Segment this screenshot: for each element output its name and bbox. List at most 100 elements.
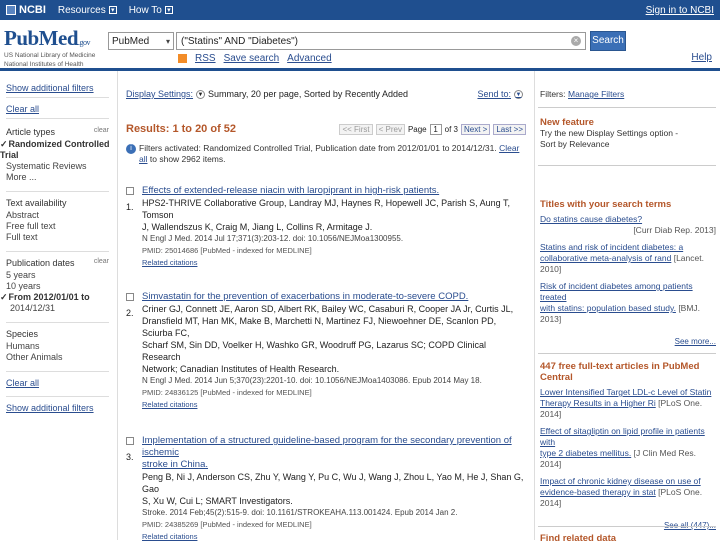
free-article-link[interactable]: Lower Intensified Target LDL-c Level of …: [540, 387, 716, 398]
signin-link[interactable]: Sign in to NCBI: [646, 0, 720, 20]
panel-header: New feature: [540, 117, 594, 128]
chevron-down-icon[interactable]: ▼: [196, 89, 206, 99]
rss-link[interactable]: RSS: [195, 53, 216, 64]
search-input[interactable]: ("Statins" AND "Diabetes") ×: [176, 32, 586, 50]
new-feature-text: Sort by Relevance: [540, 139, 610, 149]
filter-header: Species: [6, 329, 39, 339]
filter-publication-dates: Publication dates clear 5 years 10 years …: [6, 258, 117, 314]
free-full-text-panel: 447 free full-text articles in PubMed Ce…: [540, 361, 716, 530]
related-title-link-cont[interactable]: with statins: population based study.: [540, 303, 676, 313]
pubmed-logo[interactable]: PubMed.gov US National Library of Medici…: [4, 26, 104, 69]
filter-option[interactable]: Humans: [6, 341, 117, 352]
related-title-link[interactable]: Risk of incident diabetes among patients…: [540, 281, 716, 303]
divider: [6, 396, 109, 397]
filter-option-selected[interactable]: From 2012/01/01 to: [0, 292, 117, 303]
pubmed-logo-suffix: .gov: [78, 38, 91, 47]
free-article-link-cont[interactable]: Therapy Results in a Higher Ri: [540, 398, 656, 408]
chevron-down-icon: ▾: [165, 36, 170, 46]
related-title-link[interactable]: Do statins cause diabetes?: [540, 214, 716, 225]
resources-menu[interactable]: Resources ▾: [58, 5, 117, 16]
new-feature-panel: New feature Try the new Display Settings…: [540, 117, 716, 150]
resources-label: Resources: [57, 4, 106, 16]
send-to-menu[interactable]: Send to: ▼: [477, 89, 526, 99]
filter-option[interactable]: Systematic Reviews: [6, 161, 117, 172]
related-title-link[interactable]: Statins and risk of incident diabetes: a: [540, 242, 716, 253]
free-article-link-cont[interactable]: evidence-based therapy in stat: [540, 487, 656, 497]
clear-search-icon[interactable]: ×: [571, 36, 581, 46]
panel-header-cont: Central: [540, 372, 573, 383]
ncbi-logo[interactable]: NCBI: [0, 0, 46, 20]
panel-header: Titles with your search terms: [540, 199, 672, 210]
related-citations-link[interactable]: Related citations: [142, 257, 526, 269]
result-pmid: PMID: 24836125 [PubMed - indexed for MED…: [142, 388, 312, 397]
filter-option[interactable]: Full text: [6, 232, 117, 243]
filter-text-availability: Text availability Abstract Free full tex…: [6, 198, 117, 243]
prev-page-button[interactable]: < Prev: [375, 123, 405, 135]
result-authors: Criner GJ, Connett JE, Aaron SD, Albert …: [142, 304, 514, 314]
advanced-search-link[interactable]: Advanced: [287, 53, 331, 64]
howto-menu[interactable]: How To ▾: [129, 5, 173, 16]
related-citations-link[interactable]: Related citations: [142, 399, 526, 411]
filter-option[interactable]: Other Animals: [6, 352, 117, 363]
ncbi-brand-text: NCBI: [19, 4, 46, 16]
search-header: PubMed.gov US National Library of Medici…: [0, 20, 720, 68]
filter-option-selected[interactable]: Randomized Controlled Trial: [0, 139, 117, 161]
free-article-link[interactable]: Effect of sitagliptin on lipid profile i…: [540, 426, 716, 448]
result-number: 1.: [126, 202, 134, 212]
related-citations-link[interactable]: Related citations: [142, 531, 526, 543]
show-additional-filters-link[interactable]: Show additional filters: [6, 403, 117, 413]
filter-sidebar: Show additional filters Clear all Articl…: [0, 71, 118, 540]
filters-panel: Filters: Manage Filters: [540, 89, 716, 100]
result-title-link[interactable]: Simvastatin for the prevention of exacer…: [142, 291, 526, 303]
last-page-button[interactable]: Last >>: [493, 123, 526, 135]
result-number: 2.: [126, 308, 134, 318]
clear-all-link[interactable]: Clear all: [6, 378, 117, 388]
filter-option[interactable]: 10 years: [6, 281, 117, 292]
related-title-link-cont[interactable]: collaborative meta-analysis of rand: [540, 253, 671, 263]
result-checkbox[interactable]: [126, 293, 134, 301]
related-title-source: [Curr Diab Rep. 2013]: [633, 225, 716, 235]
result-number: 3.: [126, 452, 134, 462]
filter-clear-link[interactable]: clear: [94, 258, 109, 268]
help-link[interactable]: Help: [691, 52, 712, 63]
result-authors: S, Xu W, Cui L; SMART Investigators.: [142, 496, 293, 506]
free-article-link-cont[interactable]: type 2 diabetes mellitus.: [540, 448, 631, 458]
rss-icon: [178, 54, 187, 63]
ncbi-top-bar: NCBI Resources ▾ How To ▾ Sign in to NCBI: [0, 0, 720, 20]
divider: [6, 97, 109, 98]
divider: [6, 191, 109, 192]
titles-with-terms-panel: Titles with your search terms Do statins…: [540, 199, 716, 346]
result-title-link-cont[interactable]: stroke in China.: [142, 459, 526, 471]
manage-filters-link[interactable]: Manage Filters: [568, 89, 624, 99]
filter-species: Species Humans Other Animals: [6, 329, 117, 363]
result-checkbox[interactable]: [126, 437, 134, 445]
page-number-input[interactable]: 1: [429, 123, 442, 135]
filter-option[interactable]: 5 years: [6, 270, 117, 281]
info-icon: i: [126, 144, 136, 154]
filter-option[interactable]: Free full text: [6, 221, 117, 232]
result-item: 3. Implementation of a structured guidel…: [126, 435, 526, 543]
clear-all-link[interactable]: Clear all: [6, 104, 117, 114]
result-checkbox[interactable]: [126, 187, 134, 195]
free-article-link[interactable]: Impact of chronic kidney disease on use …: [540, 476, 716, 487]
search-button[interactable]: Search: [590, 31, 626, 51]
result-title-link[interactable]: Implementation of a structured guideline…: [142, 435, 526, 459]
show-additional-filters-link[interactable]: Show additional filters: [6, 83, 117, 93]
next-page-button[interactable]: Next >: [460, 123, 491, 135]
filter-message-text: Filters activated: Randomized Controlled…: [139, 143, 497, 153]
filter-option[interactable]: More ...: [6, 172, 117, 183]
filter-clear-link[interactable]: clear: [94, 127, 109, 137]
result-title-link[interactable]: Effects of extended-release niacin with …: [142, 185, 526, 197]
result-item: 1. Effects of extended-release niacin wi…: [126, 185, 526, 269]
database-select[interactable]: PubMed ▾: [108, 32, 174, 50]
display-settings-link[interactable]: Display Settings:: [126, 89, 193, 99]
see-more-link[interactable]: See more...: [540, 337, 716, 346]
save-search-link[interactable]: Save search: [224, 53, 280, 64]
divider: [6, 371, 109, 372]
display-settings-value: Summary, 20 per page, Sorted by Recently…: [208, 89, 408, 99]
results-header: Results: 1 to 20 of 52 << First < Prev P…: [126, 123, 526, 135]
filter-option[interactable]: Abstract: [6, 210, 117, 221]
first-page-button[interactable]: << First: [339, 123, 373, 135]
result-citation: Stroke. 2014 Feb;45(2):515-9. doi: 10.11…: [142, 508, 458, 517]
result-authors: Network; Canadian Institutes of Health R…: [142, 364, 340, 374]
